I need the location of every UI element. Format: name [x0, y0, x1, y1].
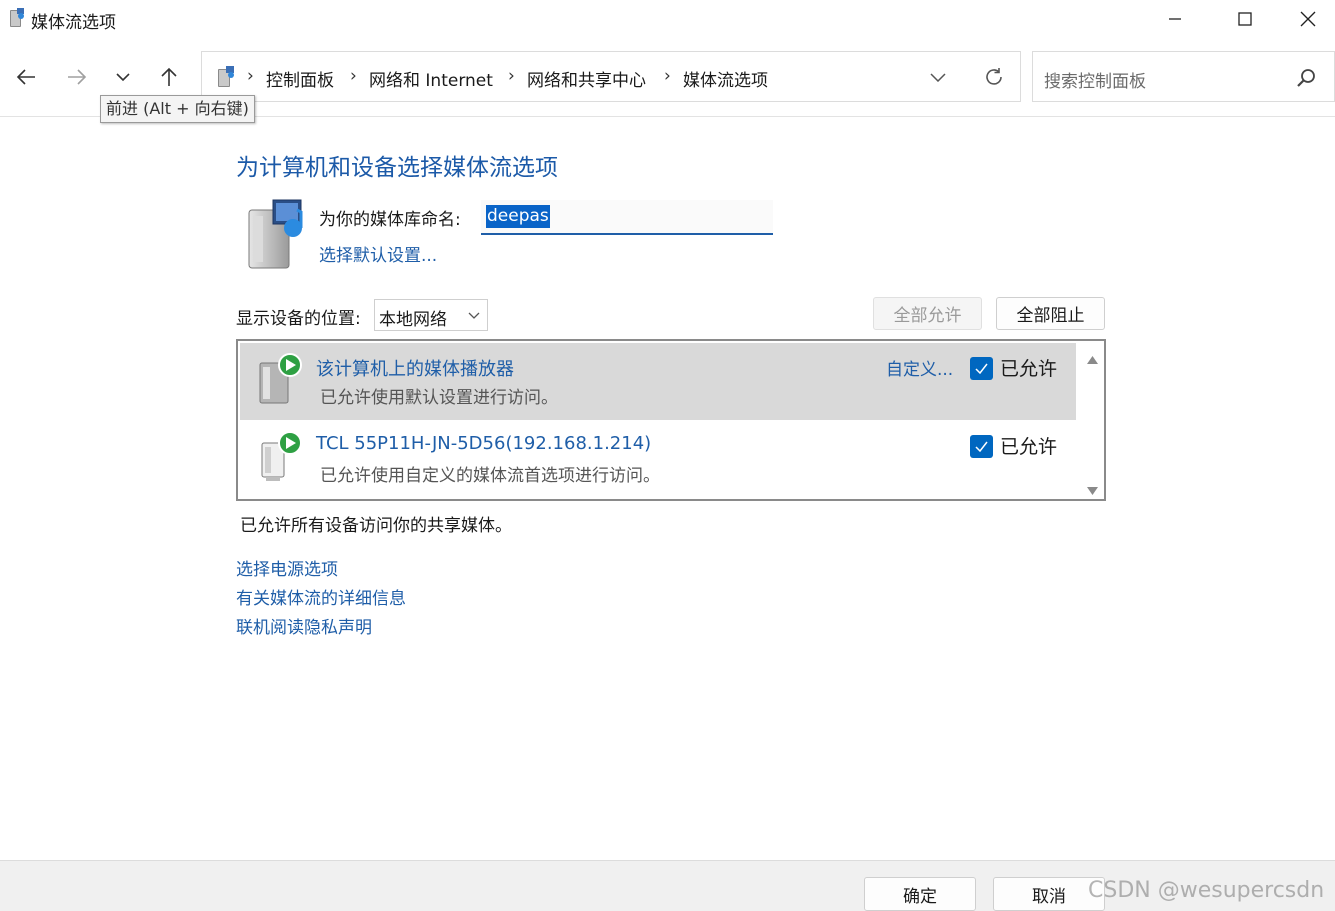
device-description: 已允许使用默认设置进行访问。: [320, 388, 558, 408]
media-library-icon: [216, 65, 236, 89]
media-player-icon: [256, 351, 306, 407]
scroll-down-arrow-icon[interactable]: [1087, 481, 1098, 500]
breadcrumb-separator: ›: [247, 66, 254, 86]
checkmark-icon: [975, 441, 988, 452]
breadcrumb-separator: ›: [508, 66, 515, 86]
search-input[interactable]: 搜索控制面板: [1044, 67, 1146, 92]
minimize-icon: [1169, 18, 1181, 20]
list-item[interactable]: 该计算机上的媒体播放器 已允许使用默认设置进行访问。 自定义... 已允许: [240, 343, 1076, 420]
chevron-down-icon: [116, 73, 130, 82]
search-icon[interactable]: [1295, 67, 1317, 89]
breadcrumb-network-sharing-center[interactable]: 网络和共享中心: [527, 66, 646, 91]
address-bar[interactable]: › 控制面板 › 网络和 Internet › 网络和共享中心 › 媒体流选项: [201, 51, 1021, 102]
power-options-link[interactable]: 选择电源选项: [236, 555, 338, 580]
allow-checkbox[interactable]: [970, 435, 993, 458]
maximize-icon: [1238, 12, 1252, 26]
maximize-button[interactable]: [1210, 0, 1280, 38]
arrow-left-icon: [16, 69, 35, 85]
chevron-down-icon: [467, 307, 481, 321]
show-devices-value: 本地网络: [379, 310, 447, 330]
forward-tooltip: 前进 (Alt + 向右键): [100, 95, 255, 123]
device-name[interactable]: 该计算机上的媒体播放器: [316, 355, 514, 381]
show-devices-select[interactable]: 本地网络: [374, 299, 488, 331]
media-library-icon: [243, 198, 309, 272]
media-library-icon: [8, 7, 26, 29]
search-box[interactable]: 搜索控制面板: [1032, 51, 1335, 102]
arrow-right-icon: [68, 69, 87, 85]
footer: 确定 取消 CSDN @wesupercsdn: [0, 860, 1335, 911]
scroll-up-arrow-icon[interactable]: [1087, 349, 1098, 368]
block-all-button[interactable]: 全部阻止: [996, 297, 1105, 330]
ok-button[interactable]: 确定: [864, 877, 976, 911]
refresh-button[interactable]: [977, 62, 1011, 92]
forward-button[interactable]: [58, 58, 96, 96]
window-title: 媒体流选项: [31, 13, 116, 33]
list-scrollbar[interactable]: [1081, 341, 1104, 499]
device-list: 该计算机上的媒体播放器 已允许使用默认设置进行访问。 自定义... 已允许 TC…: [236, 339, 1106, 501]
breadcrumb-separator: ›: [350, 66, 357, 86]
allow-checkbox-label[interactable]: 已允许: [1000, 354, 1057, 381]
chevron-down-icon: [930, 73, 946, 82]
show-devices-label: 显示设备的位置:: [236, 309, 361, 329]
device-name[interactable]: TCL 55P11H-JN-5D56(192.168.1.214): [316, 433, 651, 454]
arrow-up-icon: [161, 67, 177, 86]
customize-link[interactable]: 自定义...: [886, 355, 953, 380]
device-description: 已允许使用自定义的媒体流首选项进行访问。: [320, 466, 660, 486]
tv-device-icon: [256, 429, 306, 485]
back-button[interactable]: [7, 58, 45, 96]
status-text: 已允许所有设备访问你的共享媒体。: [240, 516, 512, 536]
library-name-label: 为你的媒体库命名:: [319, 210, 461, 230]
address-history-button[interactable]: [922, 62, 954, 92]
close-icon: [1300, 11, 1315, 27]
title-bar: 媒体流选项: [0, 0, 1335, 38]
refresh-icon: [986, 68, 1002, 85]
allow-checkbox[interactable]: [970, 357, 993, 380]
allow-checkbox-label[interactable]: 已允许: [1000, 432, 1057, 459]
up-button[interactable]: [150, 58, 188, 96]
more-info-link[interactable]: 有关媒体流的详细信息: [236, 584, 406, 609]
breadcrumb-media-streaming-options[interactable]: 媒体流选项: [683, 66, 768, 91]
minimize-button[interactable]: [1140, 0, 1210, 38]
choose-defaults-link[interactable]: 选择默认设置...: [319, 241, 437, 266]
checkmark-icon: [975, 363, 988, 374]
list-item[interactable]: TCL 55P11H-JN-5D56(192.168.1.214) 已允许使用自…: [240, 421, 1076, 498]
page-title: 为计算机和设备选择媒体流选项: [236, 155, 558, 181]
watermark: CSDN @wesupercsdn: [1088, 878, 1325, 903]
allow-all-button[interactable]: 全部允许: [873, 297, 982, 330]
breadcrumb-network-internet[interactable]: 网络和 Internet: [369, 66, 493, 91]
recent-locations-button[interactable]: [104, 58, 142, 96]
privacy-link[interactable]: 联机阅读隐私声明: [236, 613, 372, 638]
breadcrumb-control-panel[interactable]: 控制面板: [266, 66, 334, 91]
breadcrumb-separator: ›: [664, 66, 671, 86]
library-name-selection: deepas: [486, 205, 550, 228]
close-button[interactable]: [1280, 0, 1335, 38]
